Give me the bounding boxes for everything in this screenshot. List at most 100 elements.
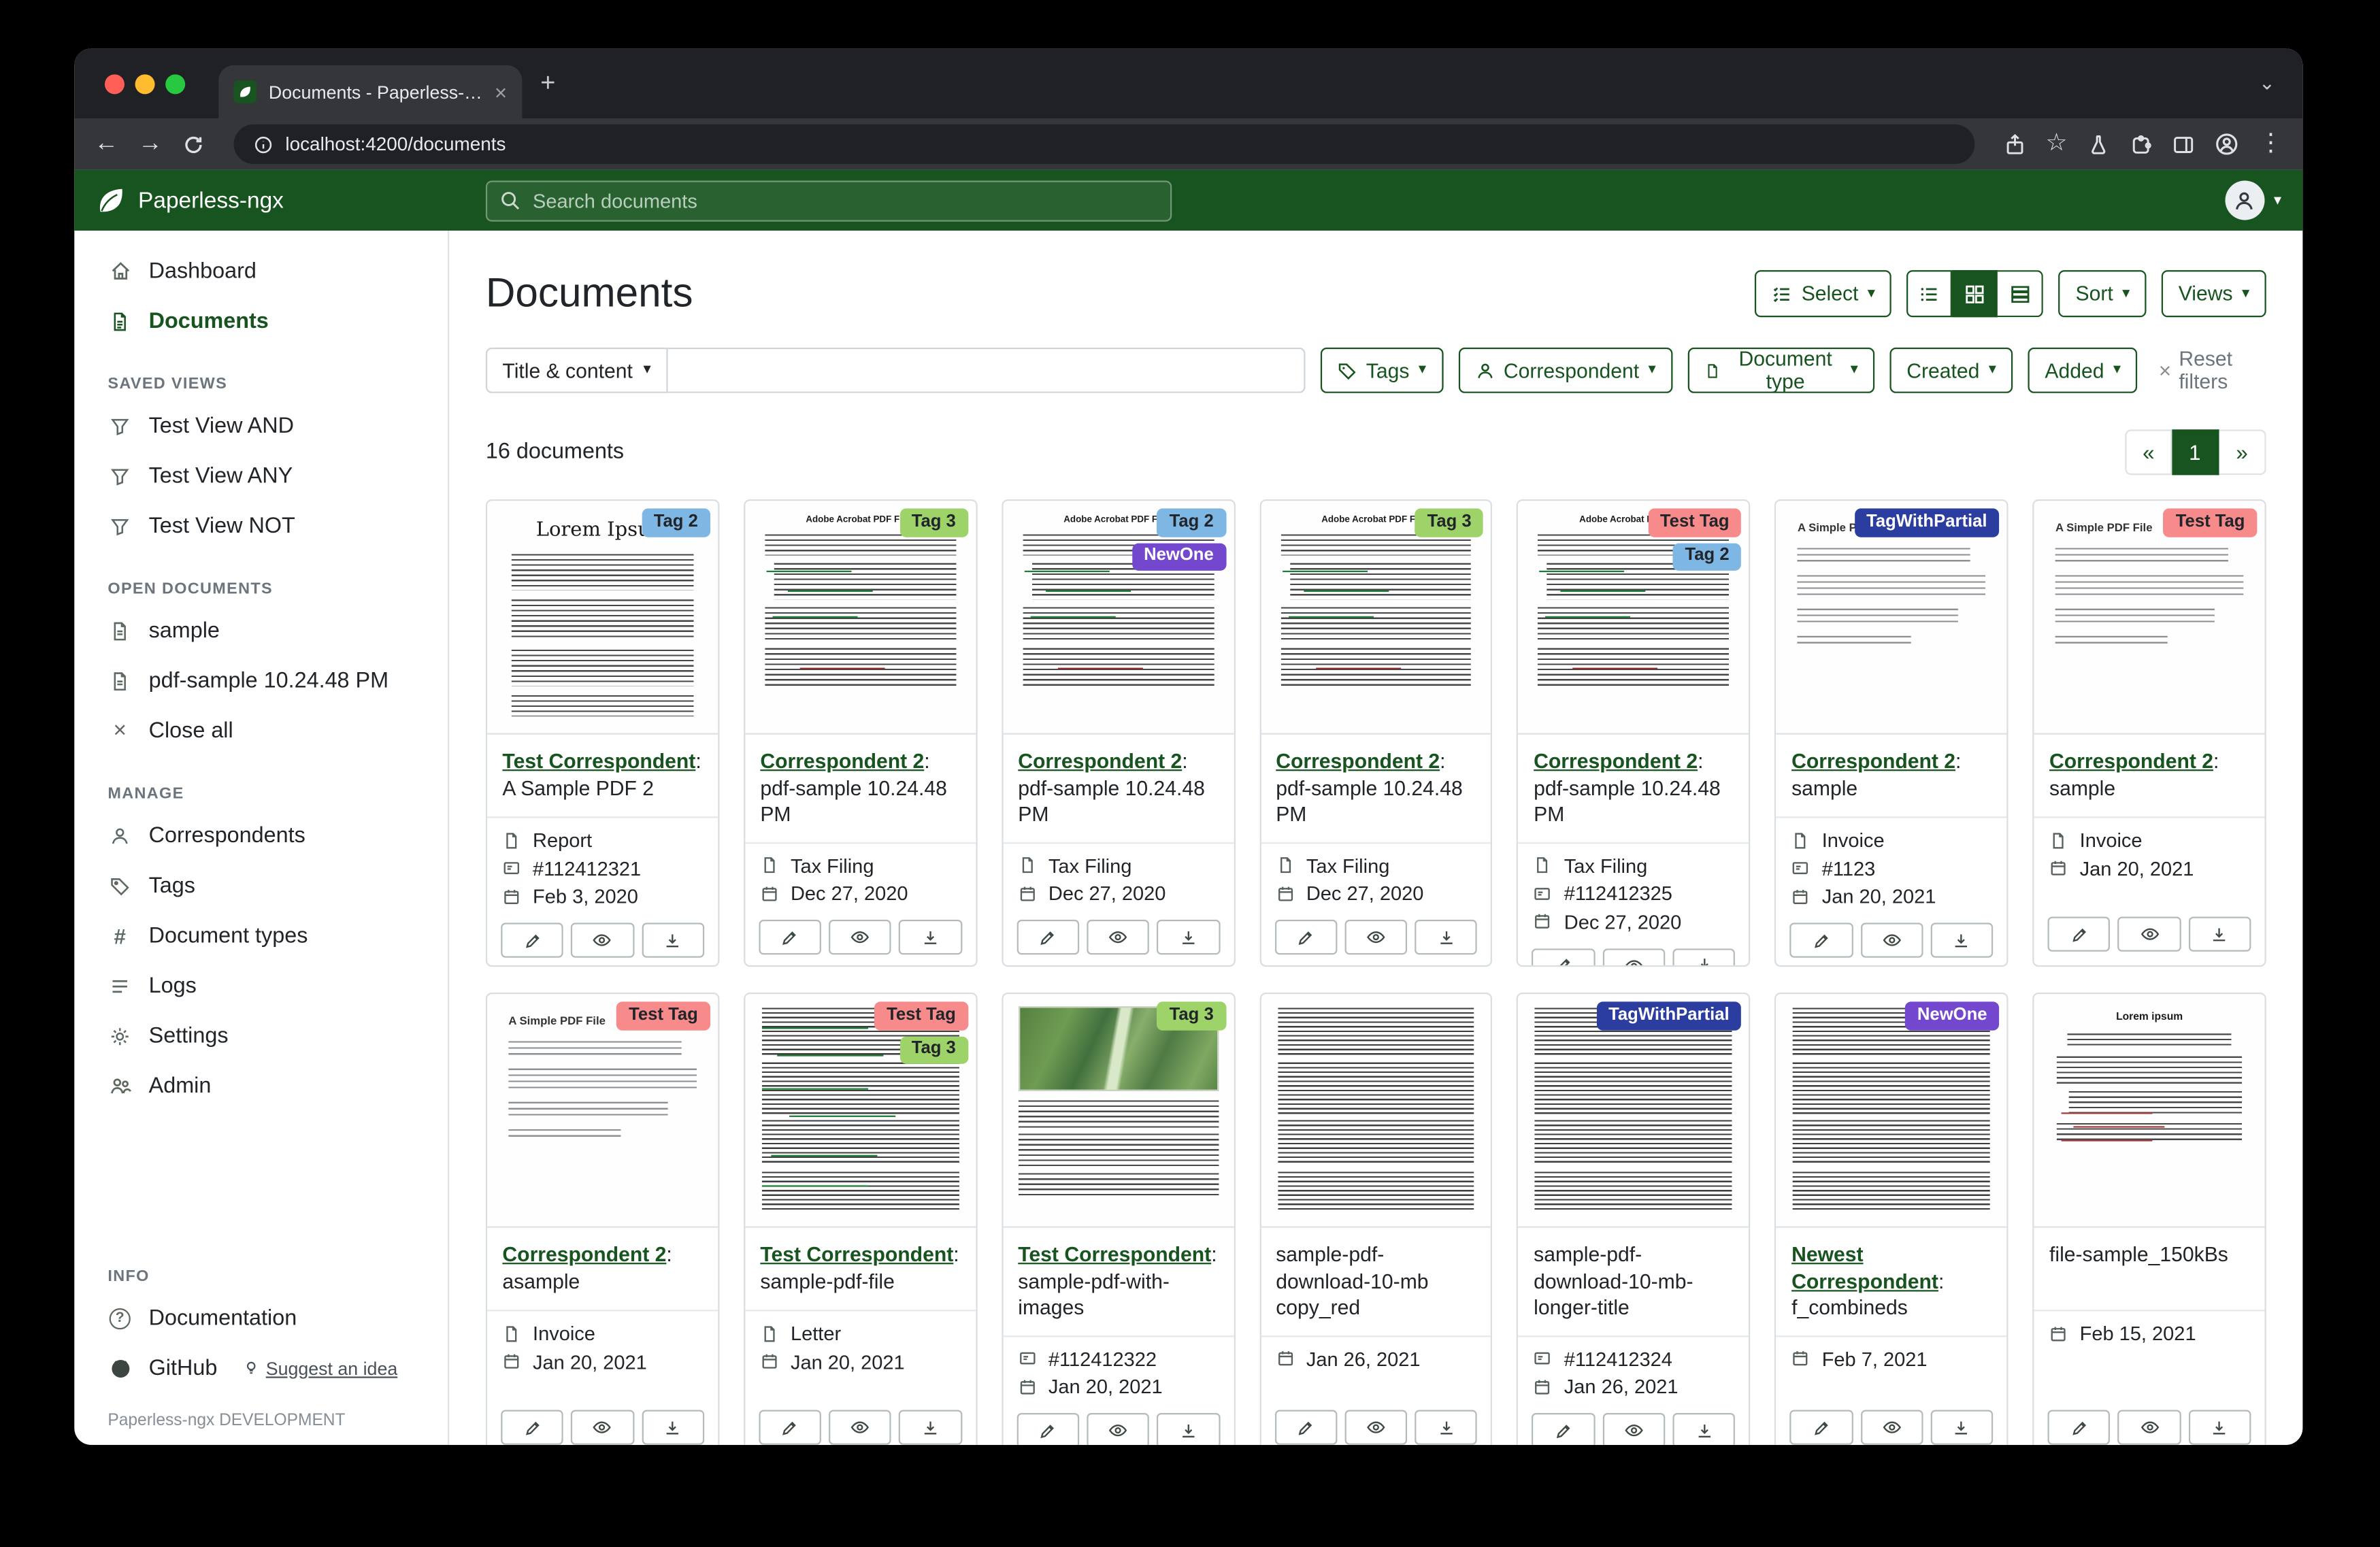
- title-content-input[interactable]: [667, 348, 1305, 393]
- download-button[interactable]: [2188, 1410, 2251, 1445]
- document-card[interactable]: Lorem ipsum file-sample_150kBs Feb 15, 2…: [2032, 993, 2266, 1445]
- download-button[interactable]: [1672, 948, 1735, 967]
- download-button[interactable]: [642, 1410, 704, 1445]
- new-tab-button[interactable]: +: [540, 68, 555, 99]
- correspondent-link[interactable]: Correspondent 2: [2049, 750, 2213, 772]
- tag-badge[interactable]: NewOne: [1905, 1001, 1999, 1029]
- sidebar-item-test-view-any[interactable]: Test View ANY: [74, 451, 448, 501]
- view-button[interactable]: [1087, 1413, 1149, 1445]
- doctype-value[interactable]: Tax Filing: [1306, 854, 1390, 876]
- sidebar-item-documentation[interactable]: ? Documentation: [74, 1293, 448, 1344]
- document-thumbnail[interactable]: A Simple PDF File Test Tag: [487, 994, 718, 1228]
- download-button[interactable]: [1415, 920, 1477, 954]
- view-button[interactable]: [1860, 1410, 1923, 1445]
- edit-button[interactable]: [2048, 916, 2111, 951]
- download-button[interactable]: [899, 1410, 962, 1445]
- experiments-flask-icon[interactable]: [2087, 133, 2109, 155]
- address-bar[interactable]: localhost:4200/documents: [234, 124, 1974, 164]
- document-thumbnail[interactable]: Adobe Acrobat PDF Files Tag 3: [745, 501, 976, 735]
- search-documents-input[interactable]: [486, 180, 1172, 220]
- correspondent-link[interactable]: Correspondent 2: [1276, 750, 1440, 772]
- tags-filter-button[interactable]: Tags ▾: [1321, 348, 1443, 393]
- back-button[interactable]: ←: [94, 132, 118, 156]
- document-thumbnail[interactable]: NewOne: [1776, 994, 2007, 1228]
- forward-button[interactable]: →: [138, 132, 163, 156]
- view-button[interactable]: [1602, 1413, 1665, 1445]
- detail-view-button[interactable]: [1998, 270, 2044, 317]
- window-minimize-button[interactable]: [135, 73, 155, 93]
- edit-button[interactable]: [1532, 948, 1595, 967]
- document-card[interactable]: Adobe Acrobat PDF Files Tag 3 Correspond…: [744, 499, 977, 967]
- select-button[interactable]: Select ▾: [1755, 270, 1892, 317]
- user-menu[interactable]: ▾: [2225, 180, 2281, 220]
- suggest-idea-link[interactable]: Suggest an idea: [266, 1358, 398, 1379]
- download-button[interactable]: [1157, 920, 1220, 954]
- edit-button[interactable]: [759, 1410, 821, 1445]
- tag-badge[interactable]: Tag 2: [1157, 508, 1226, 536]
- url-text[interactable]: localhost:4200/documents: [285, 133, 506, 154]
- reset-filters-button[interactable]: × Reset filters: [2159, 348, 2266, 393]
- correspondent-link[interactable]: Correspondent 2: [760, 750, 924, 772]
- tag-badge[interactable]: Tag 3: [1157, 1001, 1226, 1029]
- edit-button[interactable]: [2048, 1410, 2111, 1445]
- edit-button[interactable]: [501, 1410, 563, 1445]
- reload-button[interactable]: [182, 133, 205, 155]
- view-button[interactable]: [2118, 1410, 2181, 1445]
- correspondent-link[interactable]: Newest Correspondent: [1791, 1243, 1938, 1293]
- tag-badge[interactable]: Tag 3: [1415, 508, 1484, 536]
- document-card[interactable]: sample-pdf-download-10-mb copy_red Jan 2…: [1259, 993, 1493, 1445]
- view-button[interactable]: [1087, 920, 1149, 954]
- document-card[interactable]: Tag 3 Test Correspondent: sample-pdf-wit…: [1002, 993, 1235, 1445]
- view-button[interactable]: [829, 920, 891, 954]
- views-button[interactable]: Views ▾: [2162, 270, 2266, 317]
- suggest-idea[interactable]: Suggest an idea: [243, 1358, 397, 1379]
- created-filter-button[interactable]: Created ▾: [1890, 348, 2013, 393]
- edit-button[interactable]: [1274, 1410, 1337, 1445]
- correspondent-link[interactable]: Correspondent 2: [1534, 750, 1698, 772]
- app-brand[interactable]: Paperless-ngx: [96, 185, 450, 216]
- share-icon[interactable]: [2003, 133, 2026, 155]
- download-button[interactable]: [1415, 1410, 1477, 1445]
- view-button[interactable]: [1860, 922, 1923, 957]
- doctype-value[interactable]: Invoice: [533, 1322, 595, 1344]
- document-card[interactable]: TagWithPartial sample-pdf-download-10-mb…: [1517, 993, 1751, 1445]
- bookmark-star-icon[interactable]: ☆: [2045, 132, 2067, 156]
- sidebar-item-admin[interactable]: Admin: [74, 1061, 448, 1111]
- window-zoom-button[interactable]: [165, 73, 185, 93]
- document-thumbnail[interactable]: TagWithPartial: [1519, 994, 1749, 1228]
- document-type-filter-button[interactable]: Document type ▾: [1688, 348, 1875, 393]
- document-card[interactable]: NewOne Newest Correspondent: f_combineds…: [1775, 993, 2009, 1445]
- tab-close-icon[interactable]: ×: [495, 81, 507, 102]
- view-button[interactable]: [1344, 920, 1407, 954]
- tag-badge[interactable]: Test Tag: [874, 1001, 968, 1029]
- edit-button[interactable]: [759, 920, 821, 954]
- sidebar-item-tags[interactable]: Tags: [74, 861, 448, 911]
- tag-badge[interactable]: Test Tag: [1648, 508, 1741, 536]
- sidebar-item-logs[interactable]: Logs: [74, 961, 448, 1011]
- window-close-button[interactable]: [105, 73, 125, 93]
- tag-badge[interactable]: Tag 3: [899, 508, 968, 536]
- open-document-pdf-sample[interactable]: pdf-sample 10.24.48 PM: [74, 656, 448, 706]
- tag-badge[interactable]: Test Tag: [616, 1001, 710, 1029]
- document-thumbnail[interactable]: A Simple PDF File Test Tag: [2034, 501, 2265, 735]
- current-page-button[interactable]: 1: [2172, 429, 2219, 475]
- sidebar-item-settings[interactable]: Settings: [74, 1011, 448, 1061]
- document-thumbnail[interactable]: Adobe Acrobat PDF Files Tag 3: [1261, 501, 1491, 735]
- tag-badge[interactable]: NewOne: [1131, 543, 1225, 571]
- sort-button[interactable]: Sort ▾: [2059, 270, 2147, 317]
- document-card[interactable]: Test TagTag 3 Test Correspondent: sample…: [744, 993, 977, 1445]
- edit-button[interactable]: [1017, 1413, 1079, 1445]
- view-button[interactable]: [829, 1410, 891, 1445]
- document-card[interactable]: Adobe Acrobat PDF Files Test TagTag 2 Co…: [1517, 499, 1751, 967]
- correspondent-link[interactable]: Correspondent 2: [1018, 750, 1182, 772]
- menu-kebab-icon[interactable]: ⋮: [2259, 132, 2283, 156]
- download-button[interactable]: [1672, 1413, 1735, 1445]
- download-button[interactable]: [899, 920, 962, 954]
- document-thumbnail[interactable]: Adobe Acrobat PDF Files Test TagTag 2: [1519, 501, 1749, 735]
- download-button[interactable]: [1930, 1410, 1993, 1445]
- profile-avatar-icon[interactable]: [2215, 132, 2239, 156]
- open-document-sample[interactable]: sample: [74, 605, 448, 656]
- document-card[interactable]: A Simple PDF File Test Tag Correspondent…: [486, 993, 719, 1445]
- tag-badge[interactable]: TagWithPartial: [1596, 1001, 1741, 1029]
- list-view-button[interactable]: [1907, 270, 1953, 317]
